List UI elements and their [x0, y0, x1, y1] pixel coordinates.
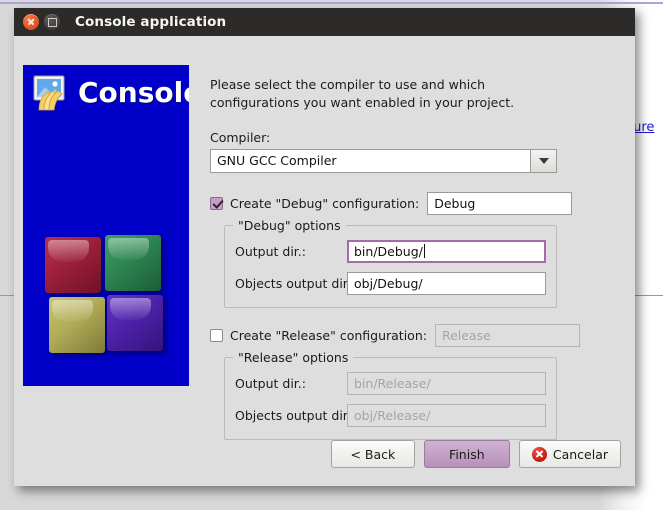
debug-objects-dir-row: Objects output dir.: obj/Debug/	[235, 271, 546, 295]
create-release-label: Create "Release" configuration:	[230, 327, 427, 343]
dialog-button-row: < Back Finish Cancelar	[330, 440, 621, 468]
back-button[interactable]: < Back	[330, 440, 415, 468]
cancel-button-label: Cancelar	[552, 446, 608, 462]
debug-options-legend: "Debug" options	[233, 217, 346, 233]
create-debug-checkbox[interactable]	[210, 196, 223, 210]
compiler-label: Compiler:	[210, 129, 271, 145]
console-application-dialog: Console application Console	[14, 8, 635, 486]
dialog-body: Console Please select the compiler to us…	[14, 36, 635, 486]
window-title: Console application	[75, 14, 227, 30]
release-objects-dir-input: obj/Release/	[347, 403, 546, 427]
debug-options-groupbox: "Debug" options Output dir.: bin/Debug/ …	[224, 217, 557, 308]
release-configuration-name-input: Release	[434, 323, 580, 347]
release-output-dir-row: Output dir.: bin/Release/	[235, 371, 546, 395]
dialog-titlebar[interactable]: Console application	[14, 8, 635, 36]
logo-cube-top-left	[45, 237, 101, 293]
debug-output-dir-input[interactable]: bin/Debug/	[347, 239, 546, 263]
create-release-checkbox[interactable]	[210, 328, 223, 342]
debug-output-dir-label: Output dir.:	[235, 243, 306, 259]
cancel-button[interactable]: Cancelar	[518, 440, 621, 468]
release-output-dir-label: Output dir.:	[235, 375, 306, 391]
error-circle-icon	[531, 446, 547, 462]
debug-objects-dir-input[interactable]: obj/Debug/	[347, 271, 546, 295]
chevron-down-icon[interactable]	[530, 148, 557, 173]
codeblocks-logo	[41, 235, 166, 365]
finish-button[interactable]: Finish	[423, 440, 510, 468]
banner-header: Console	[32, 75, 189, 111]
release-options-legend: "Release" options	[233, 349, 354, 365]
text-caret	[423, 244, 425, 258]
logo-cube-top-right	[105, 235, 161, 291]
wizard-content-pane: Please select the compiler to use and wh…	[210, 76, 590, 456]
debug-output-dir-value: bin/Debug/	[354, 243, 423, 259]
compiler-selected-value[interactable]: GNU GCC Compiler	[210, 148, 530, 173]
wizard-banner: Console	[23, 65, 189, 386]
create-debug-label: Create "Debug" configuration:	[230, 195, 420, 211]
logo-cube-bottom-right	[107, 295, 163, 351]
debug-output-dir-row: Output dir.: bin/Debug/	[235, 239, 546, 263]
background-top-rule	[0, 2, 663, 4]
create-debug-configuration-row[interactable]: Create "Debug" configuration: Debug	[210, 191, 590, 215]
logo-cube-bottom-left	[49, 297, 105, 353]
release-output-dir-input: bin/Release/	[347, 371, 546, 395]
close-icon[interactable]	[23, 14, 39, 30]
intro-text: Please select the compiler to use and wh…	[210, 77, 515, 110]
release-objects-dir-label: Objects output dir.:	[235, 407, 355, 423]
create-release-configuration-row[interactable]: Create "Release" configuration: Release	[210, 323, 590, 347]
debug-configuration-name-input[interactable]: Debug	[427, 191, 573, 215]
banner-title: Console	[78, 76, 189, 109]
debug-objects-dir-label: Objects output dir.:	[235, 275, 355, 291]
maximize-icon[interactable]	[44, 14, 60, 30]
compiler-select[interactable]: GNU GCC Compiler	[210, 148, 557, 173]
release-options-groupbox: "Release" options Output dir.: bin/Relea…	[224, 349, 557, 440]
release-objects-dir-row: Objects output dir.: obj/Release/	[235, 403, 546, 427]
picture-icon	[32, 75, 70, 111]
